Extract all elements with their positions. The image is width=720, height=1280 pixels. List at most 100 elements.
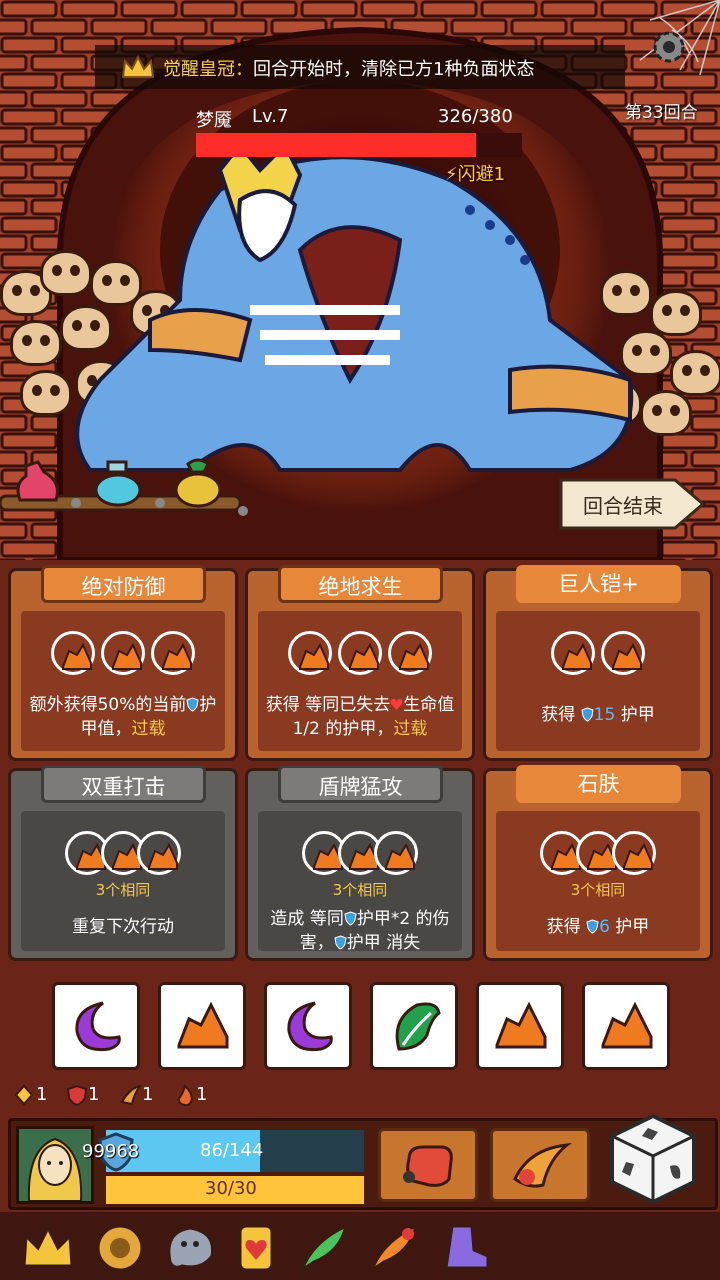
rock-icon	[399, 643, 429, 670]
enemy-hp-text: 326/380	[438, 106, 513, 127]
dice-slots	[496, 831, 700, 881]
dice-slot[interactable]	[338, 631, 382, 675]
dice-leaf[interactable]	[370, 982, 458, 1070]
dice-slots	[21, 631, 225, 681]
dice-moon[interactable]	[264, 982, 352, 1070]
hero-hp-text: 86/144	[200, 1140, 264, 1161]
skill-card[interactable]: 双重打击 3个相同重复下次行动	[8, 765, 238, 961]
card-description: 获得 6 护甲	[500, 915, 696, 939]
overload-keyword: 过载	[393, 719, 428, 739]
heart-card-icon[interactable]	[228, 1222, 284, 1274]
end-turn-label: 回合结束	[583, 494, 663, 518]
ghost-icon[interactable]	[162, 1222, 218, 1274]
dice-slots	[496, 631, 700, 681]
leaf-icon	[395, 1002, 441, 1051]
skill-card[interactable]: 石肤 3个相同获得 6 护甲	[483, 765, 713, 961]
desc-part-c: 护甲	[609, 917, 650, 937]
skill-card[interactable]: 盾牌猛攻 3个相同造成 等同 护甲*2 的伤害， 护甲 消失	[245, 765, 475, 961]
enemy-level: Lv.7	[252, 106, 289, 127]
fire-skill-button[interactable]	[490, 1128, 590, 1202]
card-title-tab: 巨人铠+	[516, 565, 681, 603]
armor-amount: 6	[599, 917, 610, 937]
blue-potion-icon[interactable]	[90, 458, 146, 510]
rock-icon	[601, 1001, 653, 1049]
round-counter: 第33回合	[625, 103, 698, 123]
boot-icon[interactable]	[436, 1222, 492, 1274]
end-turn-button[interactable]: 回合结束	[557, 476, 707, 532]
dice-slots	[21, 831, 225, 881]
crown-icon	[121, 55, 155, 78]
dice-slot[interactable]	[551, 631, 595, 675]
skill-card[interactable]: 巨人铠+ 获得 15 护甲	[483, 565, 713, 761]
rock-icon	[177, 1001, 229, 1049]
dice-slot[interactable]	[388, 631, 432, 675]
crown-icon[interactable]	[20, 1222, 76, 1274]
card-title: 双重打击	[81, 775, 166, 799]
dice-slot[interactable]	[288, 631, 332, 675]
battle-arena: 觉醒皇冠：回合开始时，清除已方1种负面状态 第33回合 梦魇 Lv.7 326/…	[0, 0, 720, 560]
nightmare-monster[interactable]	[70, 150, 650, 480]
fist-skill-button[interactable]	[378, 1128, 478, 1202]
hero-avatar[interactable]	[16, 1126, 94, 1204]
dice-slot[interactable]	[612, 831, 656, 875]
card-title: 石肤	[577, 772, 620, 796]
fire-feather-icon[interactable]	[366, 1222, 422, 1274]
card-title-tab: 绝地求生	[278, 565, 443, 603]
dice-slot[interactable]	[151, 631, 195, 675]
desc-part-a: 获得	[541, 705, 581, 725]
armor-value: 99968	[82, 1141, 140, 1162]
dice-rock[interactable]	[476, 982, 564, 1070]
green-potion-icon[interactable]	[170, 456, 226, 510]
desc-part-a: 额外获得50%的当前	[29, 695, 187, 715]
rock-icon	[112, 643, 142, 670]
skill-card[interactable]: 绝地求生获得 等同已失去 生命值1/2 的护甲，过载	[245, 565, 475, 761]
card-title-tab: 石肤	[516, 765, 681, 803]
desc-part-c: 护甲	[615, 705, 655, 725]
heart-shield-icon	[66, 1084, 88, 1111]
moon-icon	[75, 1001, 121, 1052]
rock-icon	[62, 643, 92, 670]
rock-icon	[299, 643, 329, 670]
dice-slot[interactable]	[374, 831, 418, 875]
status-value: 1	[88, 1084, 100, 1105]
skill-card[interactable]: 绝对防御额外获得50%的当前 护甲值，过载	[8, 565, 238, 761]
card-body: 额外获得50%的当前 护甲值，过载	[21, 611, 225, 751]
card-body: 获得 等同已失去 生命值1/2 的护甲，过载	[258, 611, 462, 751]
card-description: 造成 等同 护甲*2 的伤害， 护甲 消失	[262, 907, 458, 955]
dice-rock[interactable]	[582, 982, 670, 1070]
same-requirement: 3个相同	[95, 881, 151, 899]
dice-slot[interactable]	[601, 631, 645, 675]
desc-part-a: 获得 等同已失去	[265, 695, 391, 715]
dice-moon[interactable]	[52, 982, 140, 1070]
enemy-hp-fill	[196, 133, 476, 157]
roll-dice-button[interactable]	[608, 1112, 698, 1206]
dice-slot[interactable]	[137, 831, 181, 875]
rock-icon	[162, 643, 192, 670]
desc-part-a: 获得	[546, 917, 587, 937]
dice-slot[interactable]	[101, 631, 145, 675]
card-title-tab: 绝对防御	[41, 565, 206, 603]
card-title: 绝对防御	[81, 575, 166, 599]
relic-banner: 觉醒皇冠：回合开始时，清除已方1种负面状态	[95, 45, 625, 89]
same-requirement: 3个相同	[332, 881, 388, 899]
desc-part-a: 重复下次行动	[72, 917, 174, 937]
compass-icon[interactable]	[92, 1222, 148, 1274]
status-value: 1	[36, 1084, 48, 1105]
dice-slot[interactable]	[51, 631, 95, 675]
card-title: 巨人铠+	[558, 572, 639, 596]
red-potion-icon[interactable]	[12, 458, 68, 510]
card-title-tab: 盾牌猛攻	[278, 765, 443, 803]
gear-icon[interactable]	[648, 26, 690, 68]
card-body: 获得 15 护甲	[496, 611, 700, 751]
same-requirement: 3个相同	[570, 881, 626, 899]
desc-part-a: 造成 等同	[270, 909, 344, 929]
card-description: 获得 等同已失去 生命值1/2 的护甲，过载	[262, 693, 458, 741]
card-title: 绝地求生	[318, 575, 403, 599]
rock-icon	[612, 643, 642, 670]
enemy-name: 梦魇	[196, 110, 232, 131]
card-title: 盾牌猛攻	[318, 775, 403, 799]
card-description: 额外获得50%的当前 护甲值，过载	[25, 693, 221, 741]
desc-part-c: 护甲 消失	[346, 933, 421, 953]
dice-rock[interactable]	[158, 982, 246, 1070]
feather-icon[interactable]	[296, 1222, 352, 1274]
